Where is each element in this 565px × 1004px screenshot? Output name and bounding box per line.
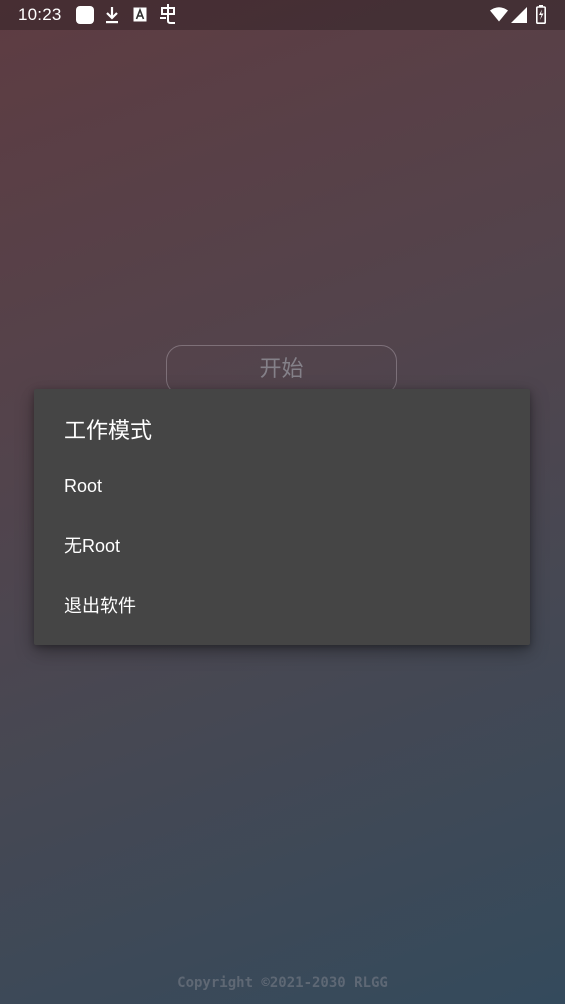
status-bar: 10:23 xyxy=(0,0,565,30)
dialog-title: 工作模式 xyxy=(64,419,153,444)
battery-charging-icon xyxy=(536,5,546,28)
signal-icon xyxy=(511,7,527,27)
app-screen: 10:23 开始 工作模式 Root 无Root 退出软件 Copyright … xyxy=(0,0,565,1004)
option-root[interactable]: Root xyxy=(64,466,500,506)
work-mode-dialog: 工作模式 Root 无Root 退出软件 xyxy=(34,389,530,645)
wifi-icon xyxy=(490,7,508,26)
start-button[interactable]: 开始 xyxy=(166,345,397,395)
option-exit-app[interactable]: 退出软件 xyxy=(64,586,500,626)
app-square-icon xyxy=(76,6,94,24)
option-no-root[interactable]: 无Root xyxy=(64,526,500,566)
copyright-text: Copyright ©2021-2030 RLGG xyxy=(177,975,388,991)
download-icon xyxy=(104,5,120,29)
status-time: 10:23 xyxy=(18,5,62,24)
ghost-icon xyxy=(158,2,178,29)
a-box-icon xyxy=(133,7,147,26)
